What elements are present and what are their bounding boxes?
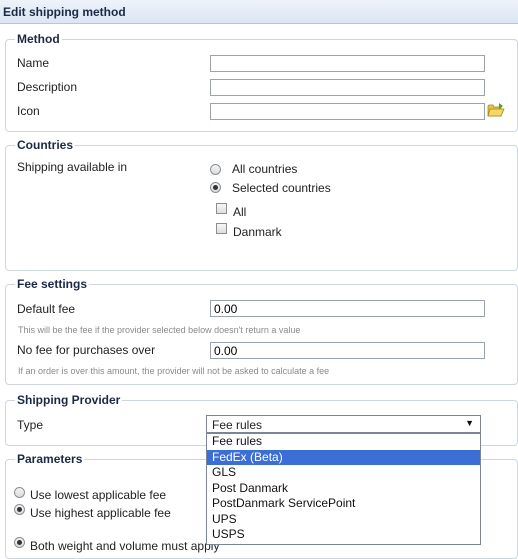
type-label: Type [17,418,44,432]
default-fee-field[interactable] [210,300,485,317]
shipping-provider-legend: Shipping Provider [15,393,123,407]
country-danmark-checkbox[interactable] [216,223,227,234]
description-field[interactable] [210,79,485,96]
name-label: Name [17,56,50,70]
option-postdanmark-servicepoint[interactable]: PostDanmark ServicePoint [207,496,480,512]
shipping-available-label: Shipping available in [17,160,128,174]
country-danmark-label: Danmark [233,225,282,239]
both-apply-label: Both weight and volume must apply [30,539,220,553]
description-label: Description [17,80,78,94]
no-fee-field[interactable] [210,342,485,359]
all-countries-label: All countries [232,162,298,176]
option-ups[interactable]: UPS [207,512,480,528]
no-fee-hint: If an order is over this amount, the pro… [18,366,330,376]
lowest-fee-radio[interactable] [14,487,25,498]
country-all-label: All [233,205,247,219]
option-gls[interactable]: GLS [207,465,480,481]
dropdown-arrow-icon[interactable]: ▼ [465,418,474,428]
both-apply-radio[interactable] [14,537,25,548]
name-field[interactable] [210,55,485,72]
all-countries-radio[interactable] [210,164,221,175]
type-select[interactable]: Fee rules ▼ [206,415,481,433]
icon-field[interactable] [210,103,485,120]
window-title: Edit shipping method [3,5,126,19]
option-usps[interactable]: USPS [207,527,480,543]
method-legend: Method [15,32,62,46]
default-fee-label: Default fee [17,302,76,316]
lowest-fee-label: Use lowest applicable fee [30,488,167,502]
country-all-checkbox[interactable] [216,203,227,214]
icon-label: Icon [17,104,40,118]
option-fedex[interactable]: FedEx (Beta) [207,449,480,465]
option-post-danmark[interactable]: Post Danmark [207,481,480,497]
selected-countries-label: Selected countries [232,181,331,195]
window-titlebar: Edit shipping method [0,0,518,24]
no-fee-label: No fee for purchases over [17,343,156,357]
highest-fee-label: Use highest applicable fee [30,506,171,520]
selected-countries-radio[interactable] [210,182,221,193]
type-select-value: Fee rules [212,418,263,432]
default-fee-hint: This will be the fee if the provider sel… [18,325,301,335]
parameters-legend: Parameters [15,452,85,466]
countries-legend: Countries [15,138,76,152]
highest-fee-radio[interactable] [14,504,25,515]
option-fee-rules[interactable]: Fee rules [207,434,480,450]
fee-settings-legend: Fee settings [15,277,90,291]
folder-open-icon[interactable] [487,101,505,119]
type-dropdown-list: Fee rules FedEx (Beta) GLS Post Danmark … [206,433,481,545]
